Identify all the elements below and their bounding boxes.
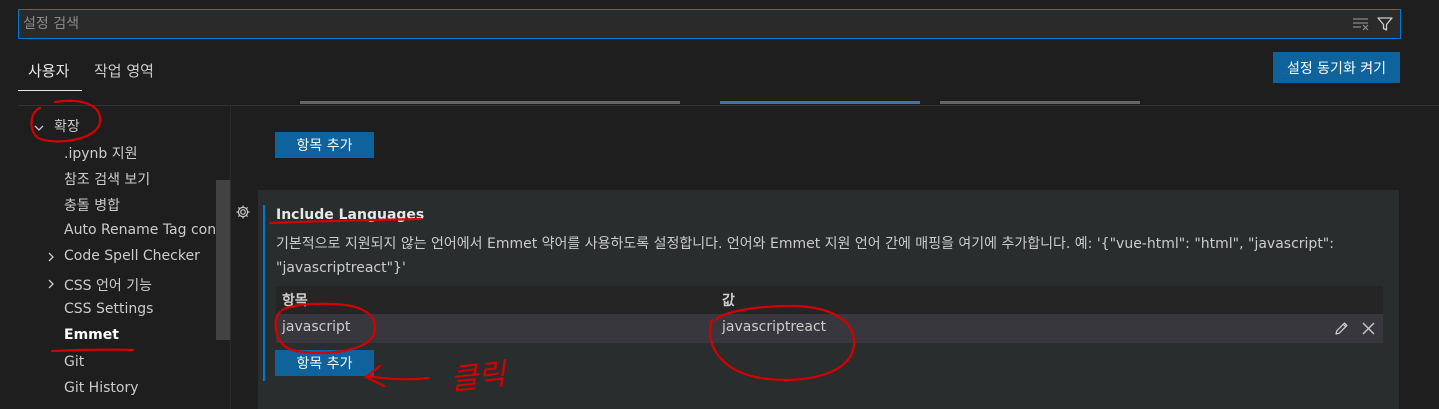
table-row[interactable] (276, 314, 1383, 343)
toc-scrollbar[interactable] (216, 180, 230, 340)
scrolled-setting-text (300, 101, 1140, 104)
clear-filter-icon[interactable] (1352, 16, 1370, 32)
active-tab-indicator (18, 90, 82, 91)
setting-description: 기본적으로 지원되지 않는 언어에서 Emmet 약어를 사용하도록 설정합니다… (276, 236, 1334, 276)
column-header-value: 값 (722, 293, 735, 309)
row-value: javascriptreact (722, 319, 827, 335)
toc-item-auto-rename-tag[interactable]: Auto Rename Tag con... (64, 222, 229, 238)
search-input[interactable] (23, 13, 1333, 35)
toc-item-emmet[interactable]: Emmet (64, 327, 119, 343)
toc-item-git[interactable]: Git (64, 354, 84, 370)
tab-user[interactable]: 사용자 (28, 60, 69, 81)
setting-focus-indicator (263, 205, 265, 381)
chevron-down-icon[interactable] (34, 123, 44, 133)
row-key: javascript (282, 319, 351, 335)
chevron-right-icon[interactable] (46, 252, 56, 262)
setting-title: Include Languages (276, 207, 425, 223)
add-item-button[interactable]: 항목 추가 (275, 350, 374, 376)
chevron-right-icon[interactable] (46, 279, 56, 289)
close-icon[interactable] (1361, 321, 1376, 336)
settings-search[interactable] (18, 9, 1401, 39)
handwritten-click-note: 클릭 (448, 357, 508, 398)
filter-icon[interactable] (1376, 15, 1394, 33)
toc-item-git-history[interactable]: Git History (64, 380, 138, 396)
toc-item-extensions[interactable]: 확장 (54, 116, 80, 136)
toc-item-ipynb[interactable]: .ipynb 지원 (64, 143, 137, 163)
settings-toc: 확장 .ipynb 지원 참조 검색 보기 충돌 병합 Auto Rename … (18, 106, 230, 409)
toc-item-merge-conflict[interactable]: 충돌 병합 (64, 195, 120, 215)
tab-workspace[interactable]: 작업 영역 (94, 60, 154, 81)
gear-icon[interactable] (235, 204, 251, 220)
toc-item-code-spell-checker[interactable]: Code Spell Checker (64, 248, 200, 264)
toc-item-references-view[interactable]: 참조 검색 보기 (64, 169, 150, 189)
column-header-item: 항목 (282, 293, 308, 309)
toc-divider (230, 106, 231, 409)
edit-icon[interactable] (1333, 320, 1350, 337)
table-header (276, 286, 1383, 314)
toc-item-css-language-features[interactable]: CSS 언어 기능 (64, 275, 152, 295)
turn-on-settings-sync-button[interactable]: 설정 동기화 켜기 (1273, 52, 1400, 83)
toc-item-css-settings[interactable]: CSS Settings (64, 301, 153, 317)
add-item-button[interactable]: 항목 추가 (275, 132, 374, 158)
